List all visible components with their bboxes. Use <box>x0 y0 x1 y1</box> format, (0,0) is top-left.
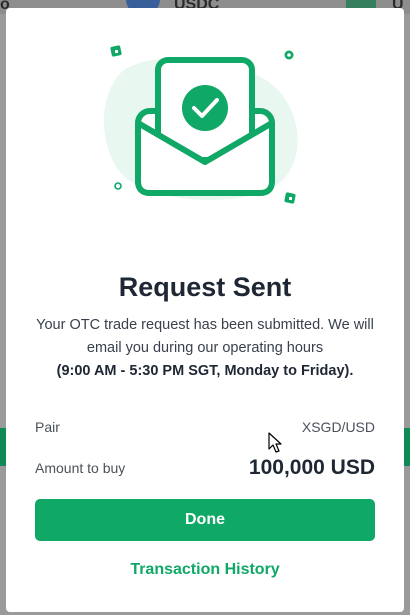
envelope-check-icon <box>103 45 298 204</box>
amount-label: Amount to buy <box>35 460 126 476</box>
pair-row: Pair XSGD/USD <box>35 416 375 438</box>
description-text: Your OTC trade request has been submitte… <box>36 317 374 356</box>
confetti <box>114 182 122 190</box>
confetti <box>287 53 291 57</box>
confetti <box>289 197 292 200</box>
transaction-history-link[interactable]: Transaction History <box>6 561 404 579</box>
amount-value: 100,000 USD <box>248 456 375 479</box>
modal-title: Request Sent <box>118 272 292 302</box>
pair-label: Pair <box>35 419 60 435</box>
amount-row: Amount to buy 100,000 USD <box>35 452 375 484</box>
done-button[interactable]: Done <box>35 499 375 541</box>
check-circle <box>182 85 228 131</box>
modal-description: Your OTC trade request has been submitte… <box>36 314 374 383</box>
operating-hours: (9:00 AM - 5:30 PM SGT, Monday to Friday… <box>56 363 354 379</box>
mouse-cursor-icon <box>268 432 282 453</box>
pair-value: XSGD/USD <box>301 419 375 435</box>
confetti <box>115 50 118 53</box>
request-sent-modal: Request Sent Your OTC trade request has … <box>6 8 404 612</box>
